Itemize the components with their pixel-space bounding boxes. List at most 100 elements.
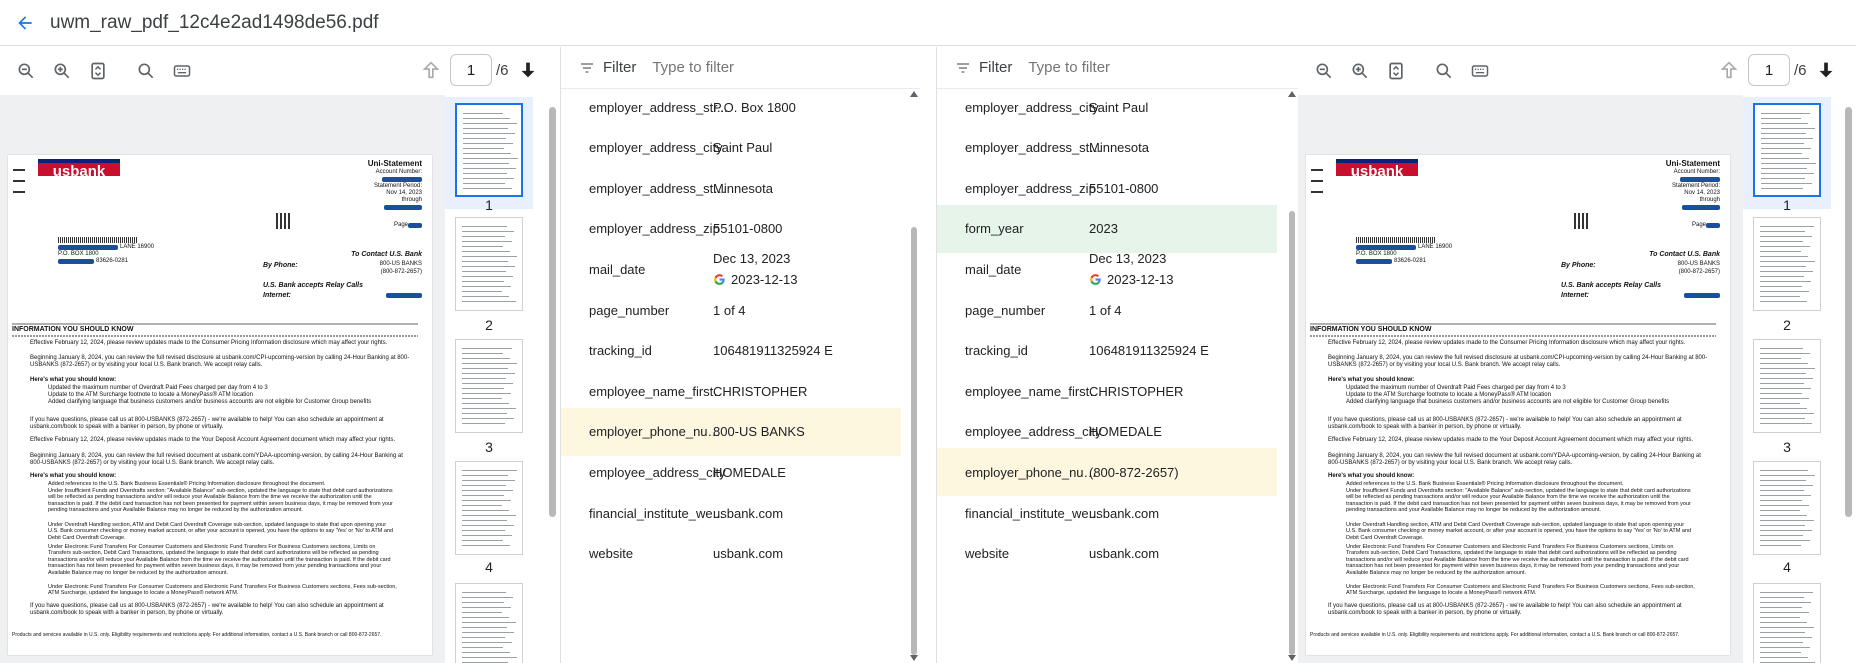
keyboard-button[interactable] bbox=[1462, 53, 1498, 89]
doc-period-label: Statement Period: bbox=[373, 183, 422, 189]
search-button[interactable] bbox=[128, 53, 164, 89]
field-value-raw: Dec 13, 2023 bbox=[713, 251, 791, 267]
field-value: usbank.com bbox=[1089, 546, 1160, 562]
field-key: employer_address_zip bbox=[589, 221, 720, 237]
keyboard-button[interactable] bbox=[164, 53, 200, 89]
filter-input[interactable] bbox=[652, 59, 853, 76]
doc-bullet-c4: Under Electronic Fund Transfers For Cons… bbox=[48, 544, 391, 576]
thumbnail-page-3[interactable] bbox=[455, 339, 523, 433]
thumbnail-text-line bbox=[462, 475, 508, 476]
section-rule bbox=[1310, 323, 1716, 325]
arrow-up-icon[interactable] bbox=[1718, 59, 1740, 81]
fields-panel-left: Filter employer_address_str...P.O. Box 1… bbox=[560, 47, 920, 663]
doc-bullet-c4: Under Electronic Fund Transfers For Cons… bbox=[1346, 544, 1689, 576]
thumbnail-label: 1 bbox=[1783, 197, 1791, 213]
thumbnail-text-line bbox=[1760, 657, 1808, 658]
thumbnail-text-line bbox=[462, 657, 517, 658]
field-row[interactable]: website usbank.com bbox=[937, 530, 1277, 578]
search-button[interactable] bbox=[1426, 53, 1462, 89]
thumbnail-page-1[interactable] bbox=[455, 103, 523, 197]
search-icon bbox=[138, 63, 154, 79]
zoom-in-button[interactable] bbox=[44, 53, 80, 89]
doc-para-5: Beginning January 8, 2024, you can revie… bbox=[30, 453, 403, 466]
thumbnail-page-1[interactable] bbox=[1753, 103, 1821, 197]
fit-page-button[interactable] bbox=[80, 53, 116, 89]
thumbnail-text-line bbox=[462, 612, 502, 613]
field-value: Dec 13, 2023 2023-12-13 bbox=[1089, 251, 1174, 287]
doc-bullet-1: Updated the maximum number of Overdraft … bbox=[48, 385, 268, 391]
zoom-out-button[interactable] bbox=[8, 53, 44, 89]
thumbnail-text-line bbox=[1760, 383, 1804, 384]
thumbnail-label: 4 bbox=[1783, 559, 1791, 575]
doc-lane: LANE 16900 bbox=[1418, 244, 1453, 250]
doc-bullet-3: Added clarifying language that business … bbox=[1346, 399, 1670, 405]
field-row[interactable]: website usbank.com bbox=[561, 530, 901, 578]
doc-internet: Internet: bbox=[263, 292, 291, 299]
field-key: employer_address_str... bbox=[589, 99, 728, 115]
thumbnail-text-line bbox=[1760, 423, 1812, 424]
doc-bullet-c5: Under Electronic Fund Transfers For Cons… bbox=[1346, 584, 1695, 597]
arrow-down-icon[interactable] bbox=[517, 59, 539, 81]
hamburger-marks bbox=[1311, 169, 1323, 193]
field-value: Minnesota bbox=[1089, 140, 1149, 156]
thumbnail-text-line bbox=[1761, 153, 1802, 154]
arrow-up-icon[interactable] bbox=[420, 59, 442, 81]
page-number-input[interactable]: 1 bbox=[450, 54, 492, 86]
thumbnail-text-line bbox=[1760, 627, 1814, 628]
thumbnail-page-4[interactable] bbox=[455, 461, 523, 555]
section-rule bbox=[12, 323, 418, 325]
arrow-left-icon bbox=[18, 15, 32, 30]
filter-label: Filter bbox=[603, 59, 637, 76]
page-canvas[interactable]: usbank Uni-Statement Account Number: Sta… bbox=[1298, 95, 1743, 663]
section-rule-dots bbox=[1310, 335, 1716, 337]
field-value: HOMEDALE bbox=[713, 464, 786, 480]
thumbnail-page-2[interactable] bbox=[455, 217, 523, 311]
thumbnail-label: 2 bbox=[485, 317, 493, 333]
zoom-in-button[interactable] bbox=[1342, 53, 1378, 89]
doc-through: through bbox=[1699, 197, 1720, 203]
thumbnail-page-5[interactable] bbox=[1753, 583, 1821, 663]
page-number-input[interactable]: 1 bbox=[1748, 54, 1790, 86]
thumbnail-text-line bbox=[462, 301, 516, 302]
thumbnail-text-line bbox=[462, 418, 514, 419]
thumbnail-strip: 1 2 3 4 bbox=[445, 95, 560, 663]
doc-phone-short: 800-US BANKS bbox=[379, 261, 422, 267]
doc-bullet-2: Update to the ATM Surcharge footnote to … bbox=[1346, 392, 1551, 398]
thumbnail-text-line bbox=[1761, 143, 1804, 144]
thumbnail-text-line bbox=[462, 495, 504, 496]
fields-scrollbar[interactable] bbox=[1287, 91, 1297, 661]
thumbnail-text-line bbox=[462, 535, 512, 536]
thumbnail-text-line bbox=[1761, 118, 1801, 119]
fields-scrollbar[interactable] bbox=[909, 91, 919, 661]
filter-input[interactable] bbox=[1028, 59, 1229, 76]
redacted-chip bbox=[1356, 259, 1392, 264]
thumbnail-page-4[interactable] bbox=[1753, 461, 1821, 555]
redacted-chip bbox=[1682, 205, 1720, 210]
arrow-down-icon[interactable] bbox=[1815, 59, 1837, 81]
thumbnail-text-line bbox=[462, 480, 515, 481]
thumbnail-page-2[interactable] bbox=[1753, 217, 1821, 311]
page-canvas[interactable]: usbank Uni-Statement Account Number: Sta… bbox=[0, 95, 445, 663]
back-button[interactable] bbox=[0, 0, 50, 46]
thumbnail-text-line bbox=[1760, 246, 1810, 247]
thumbnail-text-line bbox=[1760, 485, 1813, 486]
fit-page-button[interactable] bbox=[1378, 53, 1414, 89]
doc-bullet-c5: Under Electronic Fund Transfers For Cons… bbox=[48, 584, 397, 597]
redacted-chip bbox=[408, 223, 422, 228]
thumbnail-text-line bbox=[462, 637, 505, 638]
zoom-out-icon bbox=[18, 63, 34, 79]
thumbnail-text-line bbox=[1761, 138, 1813, 139]
thumbnail-page-5[interactable] bbox=[455, 583, 523, 663]
zoom-out-button[interactable] bbox=[1306, 53, 1342, 89]
field-key: employer_phone_num... bbox=[589, 424, 729, 440]
doc-through: through bbox=[401, 197, 422, 203]
thumbnail-text-line bbox=[1760, 231, 1805, 232]
thumbnail-text-line bbox=[1760, 368, 1815, 369]
doc-lane: LANE 16900 bbox=[120, 244, 155, 250]
thumbnail-scrollbar[interactable] bbox=[548, 95, 557, 663]
redacted-chip bbox=[1680, 177, 1720, 182]
thumbnail-page-3[interactable] bbox=[1753, 339, 1821, 433]
field-value: Minnesota bbox=[713, 180, 773, 196]
thumbnail-scrollbar[interactable] bbox=[1844, 95, 1853, 663]
thumbnail-text-line bbox=[462, 617, 509, 618]
